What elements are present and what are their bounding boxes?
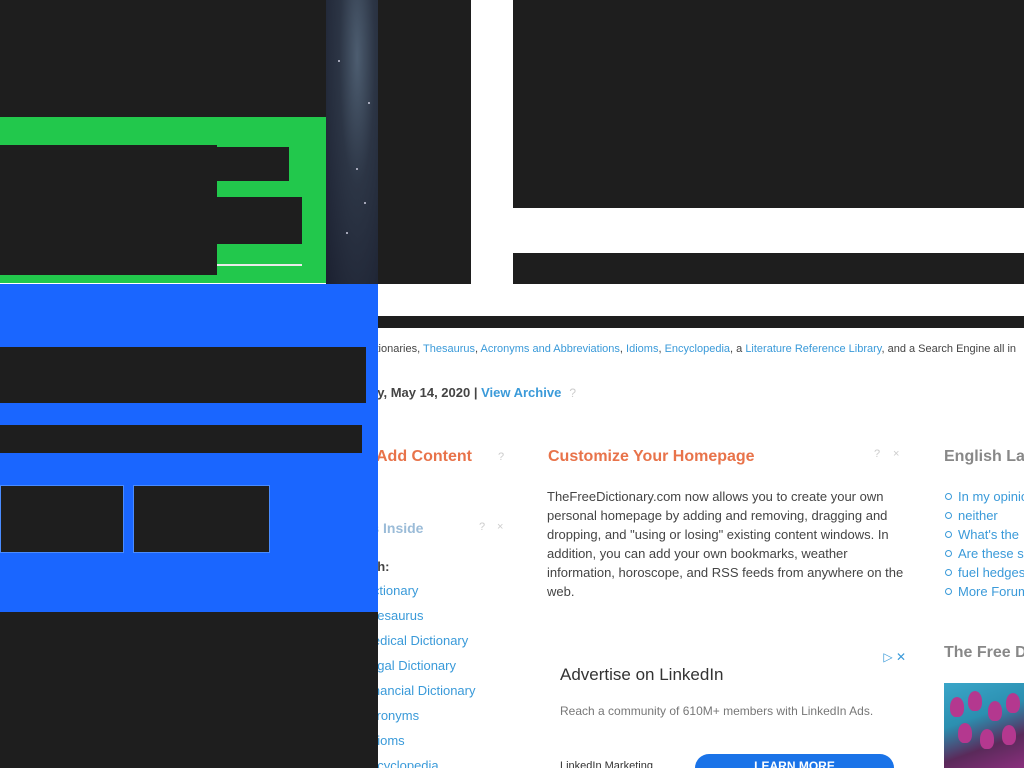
redacted-field[interactable]: [217, 197, 302, 244]
list-item[interactable]: More Forum: [945, 582, 1024, 601]
ad-description: Reach a community of 610M+ members with …: [560, 704, 874, 718]
redacted-block: [0, 145, 217, 275]
legal-dictionary-link[interactable]: egal Dictionary: [370, 658, 456, 673]
site-description-a: , a: [730, 343, 746, 355]
tulips-image[interactable]: [944, 683, 1024, 768]
redacted-block: [513, 253, 1024, 284]
whats-inside-close-icon[interactable]: ×: [497, 521, 503, 533]
redacted-banner: [513, 0, 1024, 208]
redacted-text: [0, 425, 362, 453]
list-item[interactable]: ncyclopedia: [370, 758, 476, 768]
redacted-block: [0, 612, 378, 768]
date-line: ay, May 14, 2020 | View Archive?: [370, 385, 576, 400]
list-item[interactable]: egal Dictionary: [370, 658, 476, 683]
tulip-shape: [1002, 725, 1016, 745]
current-date: ay, May 14, 2020 |: [370, 385, 482, 400]
list-item[interactable]: ledical Dictionary: [370, 633, 476, 658]
starfield-image: [326, 0, 378, 284]
redacted-nav-bar: [378, 316, 1024, 328]
more-forum-link[interactable]: More Forum: [958, 584, 1024, 599]
list-item[interactable]: In my opinio: [945, 487, 1024, 506]
redacted-block: [0, 0, 326, 117]
forum-link[interactable]: Are these s: [958, 546, 1024, 561]
star-shape: [346, 232, 348, 234]
list-item[interactable]: Are these s: [945, 544, 1024, 563]
thesaurus-link[interactable]: Thesaurus: [423, 343, 475, 355]
ad-sponsor: LinkedIn Marketing: [560, 760, 653, 768]
tulip-shape: [958, 723, 972, 743]
acronyms-link[interactable]: Acronyms and Abbreviations: [481, 343, 620, 355]
tulip-shape: [950, 697, 964, 717]
redacted-button[interactable]: [133, 485, 270, 553]
star-shape: [364, 202, 366, 204]
list-item[interactable]: fuel hedges: [945, 563, 1024, 582]
forum-link[interactable]: fuel hedges: [958, 565, 1024, 580]
redacted-button[interactable]: [0, 485, 124, 553]
view-archive-link[interactable]: View Archive: [481, 385, 561, 400]
tulip-shape: [1006, 693, 1020, 713]
whats-inside-help-icon[interactable]: ?: [479, 521, 485, 533]
list-item[interactable]: What's the: [945, 525, 1024, 544]
free-dictionary-title: The Free D: [944, 644, 1024, 661]
literature-library-link[interactable]: Literature Reference Library: [745, 343, 881, 355]
redacted-field[interactable]: [217, 147, 289, 181]
customize-description: TheFreeDictionary.com now allows you to …: [547, 489, 904, 599]
forum-link[interactable]: neither: [958, 508, 998, 523]
english-forum-title: English La: [944, 448, 1024, 465]
forum-list: In my opinio neither What's the Are thes…: [945, 487, 1024, 601]
redacted-block: [378, 0, 471, 284]
learn-more-button[interactable]: LEARN MORE: [695, 754, 894, 768]
encyclopedia-link[interactable]: Encyclopedia: [665, 343, 730, 355]
tulip-shape: [980, 729, 994, 749]
tulip-shape: [968, 691, 982, 711]
add-content-title: Add Content: [376, 448, 472, 465]
forum-link[interactable]: In my opinio: [958, 489, 1024, 504]
whats-inside-list: ictionary hesaurus ledical Dictionary eg…: [370, 583, 476, 768]
help-icon[interactable]: ?: [569, 386, 576, 400]
star-shape: [368, 102, 370, 104]
encyclopedia-side-link[interactable]: ncyclopedia: [370, 758, 439, 768]
list-item[interactable]: inancial Dictionary: [370, 683, 476, 708]
list-item[interactable]: hesaurus: [370, 608, 476, 633]
list-item[interactable]: neither: [945, 506, 1024, 525]
list-item[interactable]: cronyms: [370, 708, 476, 733]
redacted-heading: [0, 347, 366, 403]
add-content-help-icon[interactable]: ?: [498, 451, 504, 463]
customize-help-icon[interactable]: ?: [874, 448, 880, 460]
site-description-suffix: , and a Search Engine all in: [881, 343, 1017, 355]
tulip-shape: [988, 701, 1002, 721]
forum-link[interactable]: What's the: [958, 527, 1019, 542]
customize-close-icon[interactable]: ×: [893, 448, 899, 460]
star-shape: [338, 60, 340, 62]
medical-dictionary-link[interactable]: ledical Dictionary: [370, 633, 468, 648]
customize-homepage-title: Customize Your Homepage: [548, 448, 755, 465]
site-description: ctionaries, Thesaurus, Acronyms and Abbr…: [370, 343, 1017, 355]
ad-title[interactable]: Advertise on LinkedIn: [560, 665, 724, 685]
underline-divider: [217, 264, 302, 266]
thesaurus-side-link[interactable]: hesaurus: [370, 608, 423, 623]
ad-choices-icon[interactable]: ▷ ✕: [883, 650, 906, 664]
idioms-link[interactable]: Idioms: [626, 343, 658, 355]
list-item[interactable]: dioms: [370, 733, 476, 758]
linkedin-ad[interactable]: ▷ ✕ Advertise on LinkedIn Reach a commun…: [547, 645, 912, 768]
star-shape: [356, 168, 358, 170]
list-item[interactable]: ictionary: [370, 583, 476, 608]
financial-dictionary-link[interactable]: inancial Dictionary: [370, 683, 476, 698]
